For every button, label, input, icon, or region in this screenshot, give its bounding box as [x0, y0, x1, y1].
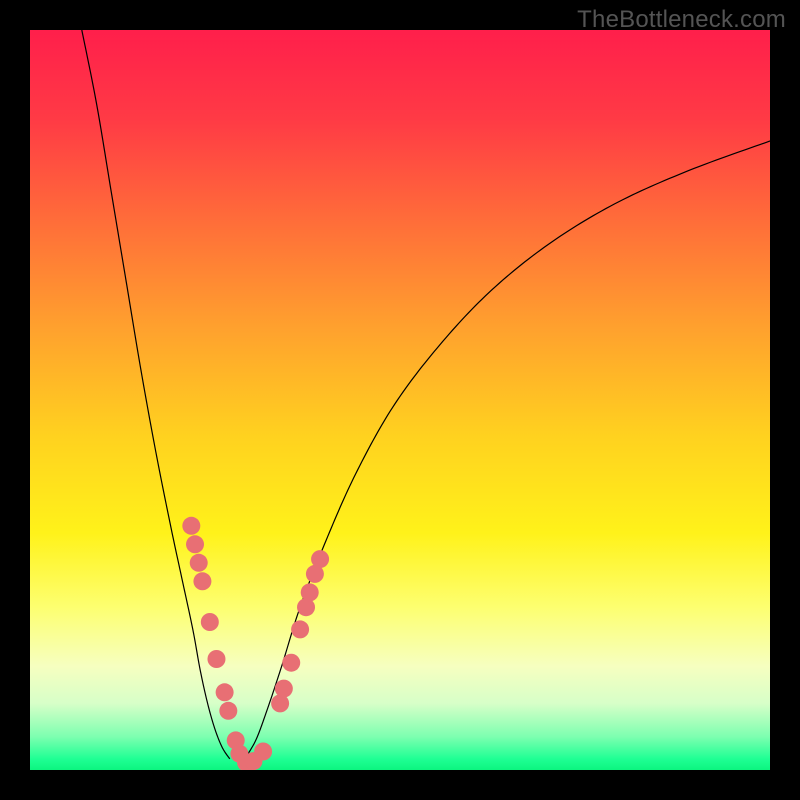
data-marker [301, 583, 319, 601]
data-marker [201, 613, 219, 631]
data-marker [311, 550, 329, 568]
curve-left-branch [82, 30, 230, 759]
watermark-text: TheBottleneck.com [577, 6, 786, 34]
data-marker [182, 517, 200, 535]
data-marker [219, 702, 237, 720]
curve-right-branch [245, 141, 770, 759]
data-marker [207, 650, 225, 668]
chart-frame: TheBottleneck.com [0, 0, 800, 800]
curve-layer [30, 30, 770, 770]
data-marker [190, 554, 208, 572]
data-marker [254, 743, 272, 761]
plot-area [30, 30, 770, 770]
data-marker [216, 683, 234, 701]
data-marker [193, 572, 211, 590]
data-marker [282, 654, 300, 672]
data-markers [182, 517, 329, 770]
data-marker [275, 680, 293, 698]
data-marker [291, 620, 309, 638]
data-marker [186, 535, 204, 553]
